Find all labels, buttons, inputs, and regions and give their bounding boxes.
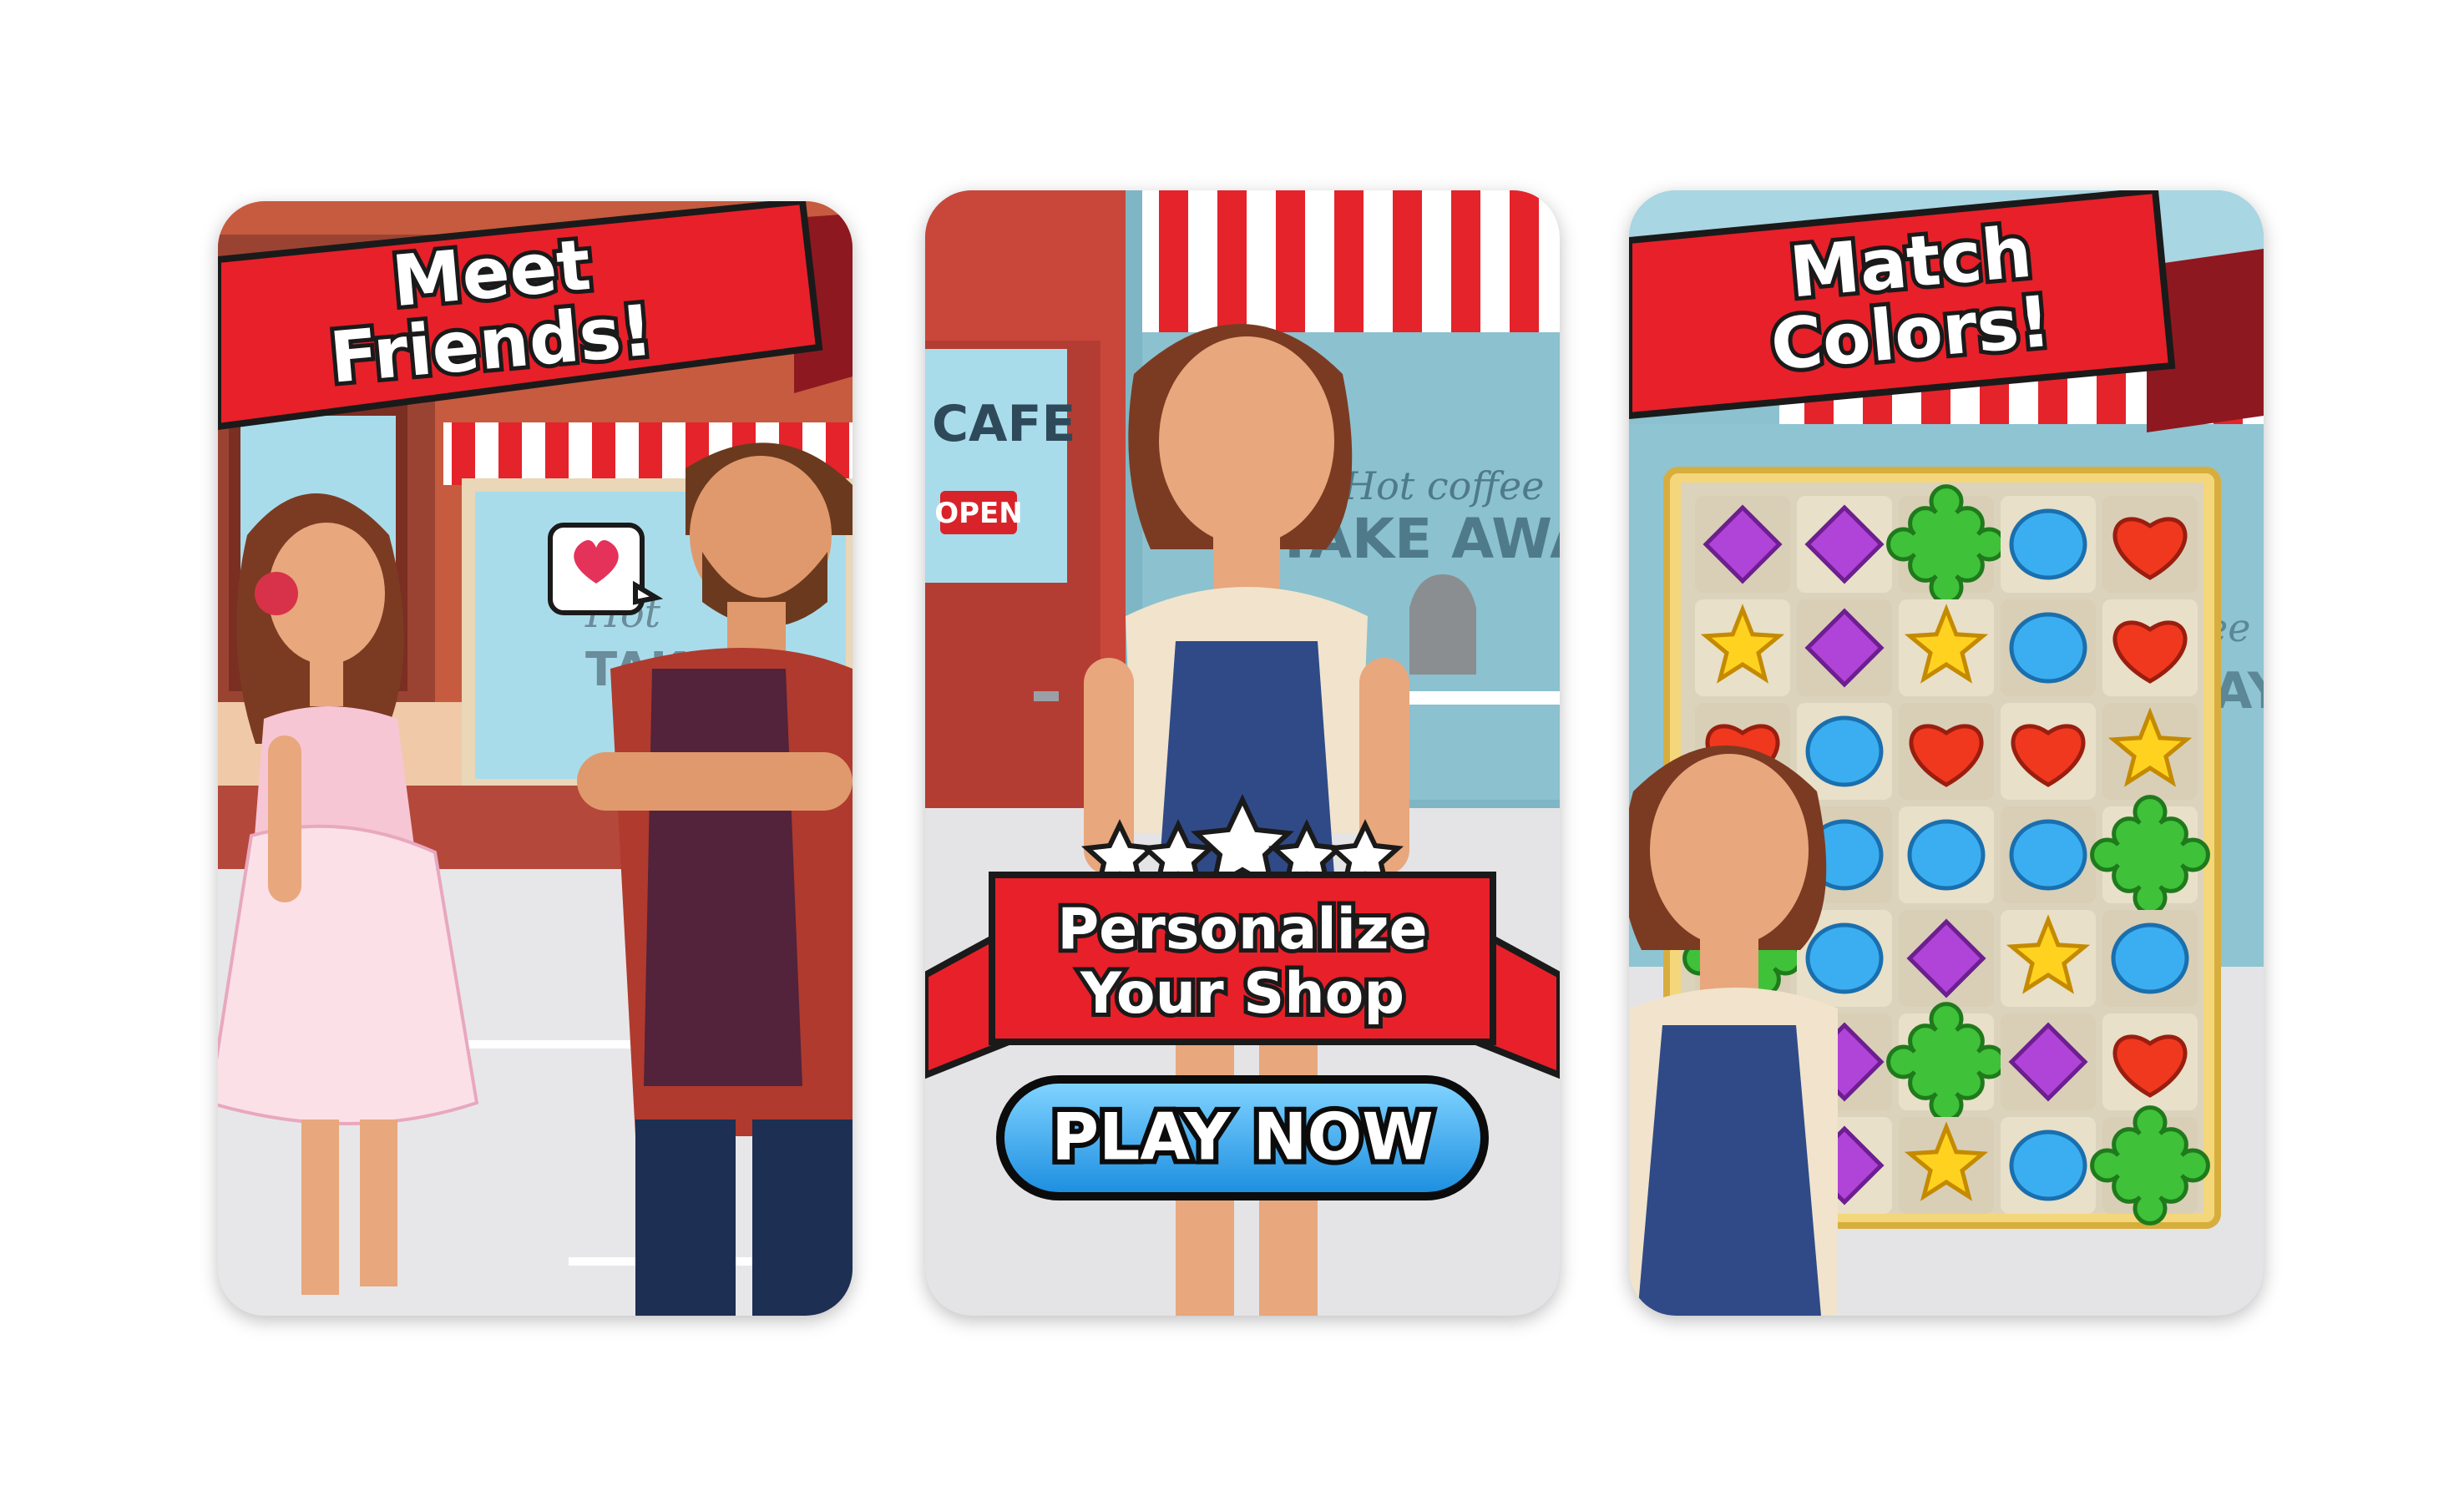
blue-circle-icon <box>2009 508 2087 580</box>
screenshot-card-match-colors: ee AY Match Colors! <box>1629 190 2264 1316</box>
banner-line-1: Personalize <box>1057 897 1427 963</box>
board-tile[interactable] <box>1695 496 1790 593</box>
banner-line-2: Your Shop <box>1080 961 1404 1027</box>
play-now-label-wrap: PLAY NOW <box>1046 1094 1438 1180</box>
board-tile[interactable] <box>2090 795 2210 915</box>
screenshot-card-meet-friends: CA Hot TAKE <box>218 201 853 1316</box>
play-now-button[interactable]: PLAY NOW <box>996 1075 1489 1200</box>
board-tile[interactable] <box>2001 703 2096 800</box>
board-tile[interactable] <box>1886 484 2006 604</box>
window-text-hot-coffee: Hot coffee <box>1342 463 1544 508</box>
blue-circle-icon <box>1907 819 1986 891</box>
play-now-label: PLAY NOW <box>1051 1099 1433 1175</box>
blue-circle-icon <box>1805 715 1884 787</box>
board-tile[interactable] <box>2102 599 2198 696</box>
board-tile[interactable] <box>2001 910 2096 1007</box>
board-tile[interactable] <box>1899 599 1994 696</box>
board-tile[interactable] <box>2102 910 2198 1007</box>
blue-circle-icon <box>2009 1130 2087 1201</box>
board-tile[interactable] <box>2090 1105 2210 1226</box>
board-tile[interactable] <box>1695 599 1790 696</box>
blue-circle-icon <box>1805 922 1884 994</box>
coffee-pot <box>1409 574 1476 675</box>
board-tile[interactable] <box>1899 1117 1994 1214</box>
board-tile[interactable] <box>1797 703 1892 800</box>
board-tile[interactable] <box>2001 806 2096 903</box>
board-tile[interactable] <box>2102 1013 2198 1110</box>
board-tile[interactable] <box>1899 910 1994 1007</box>
cafe-window <box>925 349 1067 583</box>
heart-speech-bubble <box>548 523 664 615</box>
barista-character <box>1629 746 1838 1316</box>
board-tile[interactable] <box>1797 599 1892 696</box>
open-sign-text: OPEN <box>934 497 1023 530</box>
board-tile[interactable] <box>2001 1013 2096 1110</box>
cafe-sign: CAFE <box>932 395 1075 453</box>
awning <box>1142 190 1560 332</box>
blue-circle-icon <box>2009 819 2087 891</box>
board-tile[interactable] <box>2102 496 2198 593</box>
board-tile[interactable] <box>2001 496 2096 593</box>
blue-circle-icon <box>2111 922 2189 994</box>
board-tile[interactable] <box>2102 703 2198 800</box>
board-tile[interactable] <box>2001 599 2096 696</box>
board-tile[interactable] <box>2001 1117 2096 1214</box>
blue-circle-icon <box>2009 612 2087 684</box>
board-tile[interactable] <box>1886 1002 2006 1122</box>
board-tile[interactable] <box>1899 806 1994 903</box>
screenshot-card-personalize-shop: CAFE OPEN Hot coffee TAKE AWAY <box>925 190 1560 1316</box>
board-tile[interactable] <box>1899 703 1994 800</box>
match-colors-scene: ee AY Match Colors! <box>1629 190 2264 1316</box>
meet-friends-scene: CA Hot TAKE <box>218 201 853 1316</box>
board-tile[interactable] <box>1797 496 1892 593</box>
title-banner: Personalize Your Shop <box>925 872 1560 1079</box>
